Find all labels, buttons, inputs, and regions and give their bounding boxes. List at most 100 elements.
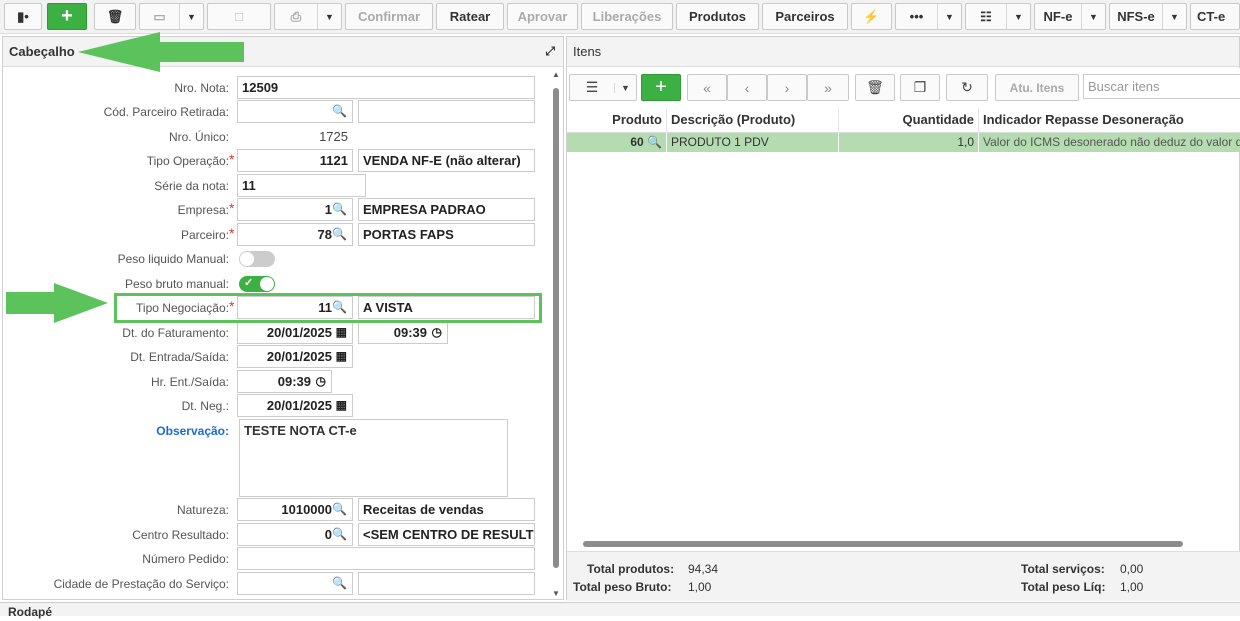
dt-faturamento-time[interactable]: 09:39 ◷ [358,321,448,344]
print-button[interactable]: ⎙ ▼ [274,3,342,30]
produtos-button[interactable]: Produtos [676,3,759,30]
dt-entrada-saida-date[interactable]: 20/01/2025 ▦ [237,345,353,368]
map-button[interactable]: ☷ ▼ [965,3,1031,30]
delete-button[interactable]: 🗑 [94,3,136,30]
numero-pedido-field[interactable] [237,547,535,570]
search-icon[interactable]: 🔍 [332,227,347,241]
scroll-down-icon[interactable]: ▼ [552,589,560,598]
last-page-button[interactable]: » [807,74,849,101]
copy-button[interactable]: ▭ ▼ [139,3,204,30]
row-cod-parceiro-retirada: Cód. Parceiro Retirada: 🔍 [3,100,551,124]
row-centro-resultado: Centro Resultado: 0 🔍 <SEM CENTRO DE RESU… [3,523,551,547]
first-page-button[interactable]: « [687,74,727,101]
chevron-down-icon[interactable]: ▼ [614,82,636,93]
tipo-operacao-desc: VENDA NF-E (não alterar) [358,149,535,172]
scroll-up-icon[interactable]: ▲ [552,70,560,79]
column-produto[interactable]: Produto [567,109,667,133]
refresh-button[interactable]: ↻ [946,74,988,101]
row-tipo-operacao: Tipo Operação: * 1121 VENDA NF-E (não al… [3,149,551,173]
nro-unico-value: 1725 [237,125,353,148]
natureza-code[interactable]: 1010000 🔍 [237,498,353,521]
form-scrollbar[interactable]: ▲ ▼ [551,68,561,600]
table-row[interactable]: 60 🔍 PRODUTO 1 PDV 1,0 Valor do ICMS des… [567,133,1240,152]
centro-resultado-code[interactable]: 0 🔍 [237,523,353,546]
empresa-code[interactable]: 1 🔍 [237,198,353,221]
clock-icon[interactable]: ◷ [432,325,442,339]
chevron-down-icon[interactable]: ▼ [317,4,341,29]
chevron-down-icon[interactable]: ▼ [1081,4,1105,29]
scrollbar-thumb[interactable] [553,88,559,568]
chevron-down-icon[interactable]: ▼ [179,4,203,29]
observacao-label[interactable]: Observação: [156,424,229,438]
serie-field[interactable]: 11 [237,174,366,197]
natureza-desc: Receitas de vendas [358,498,535,521]
dt-faturamento-date[interactable]: 20/01/2025 ▦ [237,321,353,344]
peso-bruto-toggle[interactable]: ✓ [239,276,275,292]
prev-page-button[interactable]: ‹ [727,74,767,101]
footer-panel-title[interactable]: Rodapé [0,602,1240,619]
dt-faturamento-date-value: 20/01/2025 [266,325,332,340]
column-indicador[interactable]: Indicador Repasse Desoneração [979,109,1240,133]
nro-nota-field[interactable]: 12509 [237,76,535,99]
nfe-button[interactable]: NF-e ▼ [1034,3,1106,30]
nro-nota-label: Nro. Nota: [174,81,229,95]
calendar-icon[interactable]: ▦ [336,325,347,339]
calendar-icon[interactable]: ▦ [336,398,347,412]
column-descricao[interactable]: Descrição (Produto) [667,109,839,133]
observacao-textarea[interactable]: TESTE NOTA CT-e [239,419,508,497]
row-hr-ent-saida: Hr. Ent./Saída: 09:39 ◷ [3,370,551,394]
atu-itens-button[interactable]: Atu. Itens [995,74,1079,101]
chevron-down-icon[interactable]: ▼ [1162,4,1186,29]
add-button[interactable]: + [47,3,87,30]
nfse-button[interactable]: NFS-e ▼ [1109,3,1187,30]
pdf-button[interactable]: □ [207,3,271,30]
next-page-button[interactable]: › [767,74,807,101]
search-icon[interactable]: 🔍 [332,104,347,118]
clock-icon[interactable]: ◷ [316,374,326,388]
add-item-button[interactable]: + [641,74,681,101]
copy-item-button[interactable]: ❐ [900,74,940,101]
cte-button[interactable]: CT-e [1190,3,1240,30]
required-marker: * [229,225,235,241]
tipo-operacao-code[interactable]: 1121 [237,149,353,172]
confirm-button[interactable]: Confirmar [345,3,433,30]
cidade-prestacao-code[interactable]: 🔍 [237,572,353,595]
cidade-prestacao-desc [358,572,535,595]
list-view-button[interactable]: ☰ ▼ [569,74,637,101]
items-search-input[interactable]: Buscar itens [1083,74,1240,99]
more-button[interactable]: ••• ▼ [895,3,962,30]
new-document-button[interactable]: ▮• [4,3,42,30]
copy-icon: ❐ [913,79,927,95]
peso-liquido-toggle[interactable] [239,251,275,267]
dt-neg-date[interactable]: 20/01/2025 ▦ [237,394,353,417]
lightning-icon: ⚡ [863,8,880,24]
printer-icon: ⎙ [290,8,302,24]
dt-neg-date-value: 20/01/2025 [266,398,332,413]
search-icon[interactable]: 🔍 [332,576,347,590]
column-quantidade[interactable]: Quantidade [839,109,979,133]
parceiros-button[interactable]: Parceiros [762,3,848,30]
search-icon[interactable]: 🔍 [647,135,662,149]
hr-ent-saida-time[interactable]: 09:39 ◷ [237,370,332,393]
calendar-icon[interactable]: ▦ [336,349,347,363]
total-produtos-label: Total produtos: [587,562,675,576]
search-icon[interactable]: 🔍 [332,502,347,516]
lightning-button[interactable]: ⚡ [851,3,892,30]
chevron-down-icon[interactable]: ▼ [1006,4,1030,29]
total-peso-liq-label: Total peso Líq: [1021,580,1106,594]
parceiro-code[interactable]: 78 🔍 [237,223,353,246]
aprovar-button[interactable]: Aprovar [507,3,578,30]
total-peso-bruto-value: 1,00 [688,580,712,594]
required-marker: * [229,200,235,216]
cod-parceiro-retirada-field[interactable]: 🔍 [237,100,353,123]
search-icon[interactable]: 🔍 [332,202,347,216]
horizontal-scrollbar[interactable] [583,541,1183,547]
delete-item-button[interactable]: 🗑 [855,74,895,101]
liberacoes-button[interactable]: Liberações [581,3,673,30]
ratear-button[interactable]: Ratear [436,3,504,30]
toggle-knob [240,252,254,266]
expand-icon[interactable]: ⤢ [545,44,555,59]
list-icon: ☰ [585,79,599,95]
chevron-down-icon[interactable]: ▼ [937,4,961,29]
search-icon[interactable]: 🔍 [332,527,347,541]
